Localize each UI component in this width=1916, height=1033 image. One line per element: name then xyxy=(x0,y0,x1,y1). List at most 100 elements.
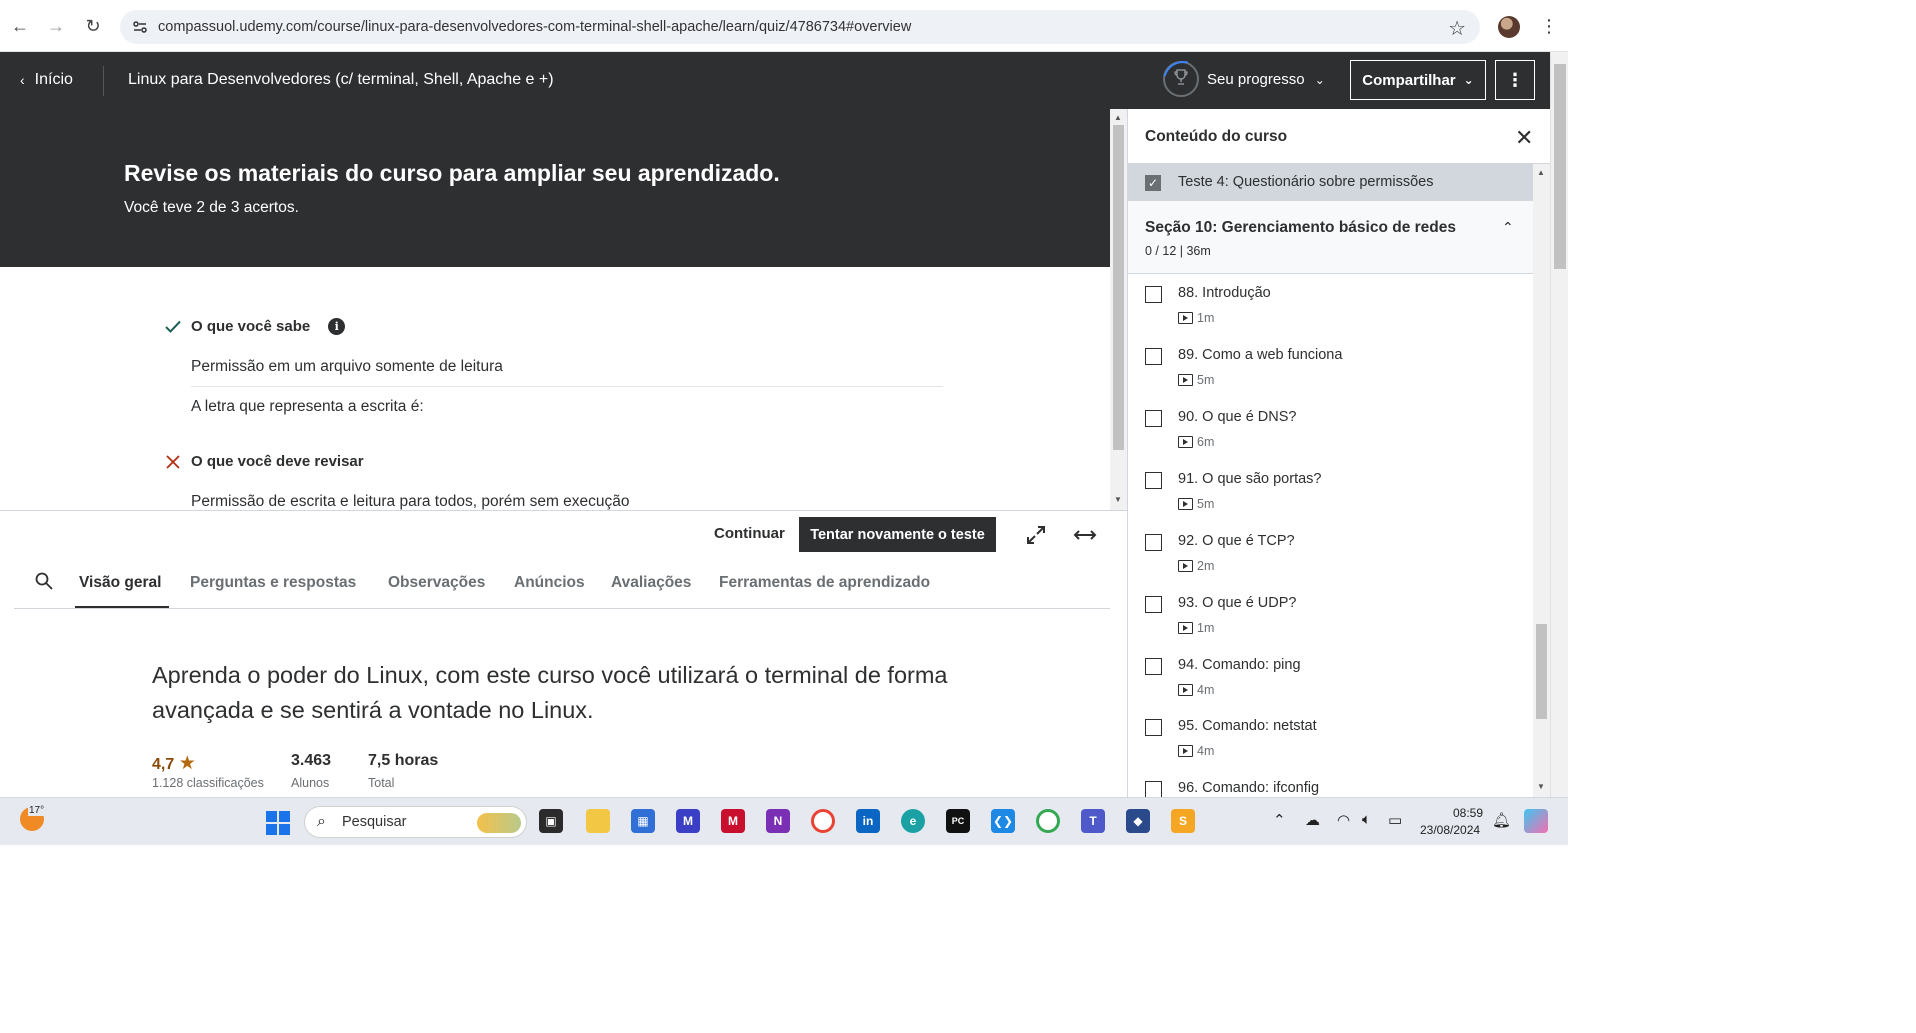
battery-icon[interactable]: ▭ xyxy=(1388,811,1402,829)
lecture-item[interactable]: 94. Comando: ping 4m xyxy=(1128,647,1535,709)
pycharm-icon[interactable]: PC xyxy=(946,809,970,833)
address-bar[interactable]: compassuol.udemy.com/course/linux-para-d… xyxy=(120,10,1480,44)
search-icon[interactable] xyxy=(35,572,53,590)
taskbar-search-input[interactable]: ⌕ Pesquisar xyxy=(304,806,527,838)
task-view-icon[interactable]: ▣ xyxy=(539,809,563,833)
chrome-icon[interactable] xyxy=(811,809,835,833)
lecture-item[interactable]: 90. O que é DNS? 6m xyxy=(1128,399,1535,461)
close-icon[interactable]: ✕ xyxy=(1515,125,1533,151)
checkbox[interactable] xyxy=(1145,286,1162,303)
course-title[interactable]: Linux para Desenvolvedores (c/ terminal,… xyxy=(128,71,554,89)
checkbox[interactable] xyxy=(1145,719,1162,736)
share-button[interactable]: Compartilhar ⌄ xyxy=(1350,60,1486,100)
onenote-icon[interactable]: N xyxy=(766,809,790,833)
teams-icon[interactable]: T xyxy=(1081,809,1105,833)
tab-reviews[interactable]: Avaliações xyxy=(611,574,691,592)
weather-temperature[interactable]: 17° xyxy=(28,805,46,816)
sidebar-scrollbar[interactable]: ▲ ▼ xyxy=(1533,164,1550,797)
volume-icon[interactable]: 🔈︎ xyxy=(1362,811,1371,828)
clock-time[interactable]: 08:59 xyxy=(1453,806,1483,820)
virtualbox-icon[interactable]: ◆ xyxy=(1126,809,1150,833)
star-icon: ★ xyxy=(178,753,196,774)
scroll-thumb[interactable] xyxy=(1536,624,1547,719)
vscode-icon[interactable]: ❮❯ xyxy=(991,809,1015,833)
profile-avatar[interactable] xyxy=(1498,16,1520,38)
checkbox[interactable] xyxy=(1145,658,1162,675)
quiz-scrollbar[interactable]: ▲ ▼ xyxy=(1110,109,1127,510)
checkbox[interactable] xyxy=(1145,348,1162,365)
scroll-up-arrow-icon[interactable]: ▲ xyxy=(1114,113,1122,122)
known-item[interactable]: Permissão em um arquivo somente de leitu… xyxy=(191,358,503,376)
header-divider xyxy=(103,66,104,96)
progress-ring[interactable] xyxy=(1163,61,1199,97)
rating-count[interactable]: 1.128 classificações xyxy=(152,776,264,790)
microsoft-store-icon[interactable]: ▦ xyxy=(631,809,655,833)
back-to-home-link[interactable]: ‹ Início xyxy=(20,71,73,89)
tab-questions-answers[interactable]: Perguntas e respostas xyxy=(190,574,356,592)
back-arrow-icon[interactable]: ← xyxy=(8,14,32,38)
review-item[interactable]: Permissão de escrita e leitura para todo… xyxy=(191,493,630,510)
back-label: Início xyxy=(34,71,73,88)
tab-learning-tools[interactable]: Ferramentas de aprendizado xyxy=(719,574,930,592)
notification-bell-icon[interactable]: 🔔︎ xyxy=(1492,811,1511,829)
lecture-item[interactable]: 89. Como a web funciona 5m xyxy=(1128,337,1535,399)
lecture-item[interactable]: 95. Comando: netstat 4m xyxy=(1128,708,1535,770)
lecture-item[interactable]: 91. O que são portas? 5m xyxy=(1128,461,1535,523)
lecture-meta: 5m xyxy=(1178,497,1214,511)
lecture-item[interactable]: 93. O que é UDP? 1m xyxy=(1128,585,1535,647)
tab-overview[interactable]: Visão geral xyxy=(79,574,161,592)
chevron-up-icon[interactable]: ⌃ xyxy=(1273,811,1286,829)
checked-checkbox[interactable]: ✓ xyxy=(1145,175,1161,191)
cloud-sync-icon[interactable]: ☁ xyxy=(1305,811,1320,829)
hours-label: Total xyxy=(368,776,395,790)
file-explorer-icon[interactable] xyxy=(586,809,610,833)
checkbox[interactable] xyxy=(1145,534,1162,551)
linkedin-icon[interactable]: in xyxy=(856,809,880,833)
section-header[interactable]: Seção 10: Gerenciamento básico de redes … xyxy=(1128,201,1535,274)
lecture-item[interactable]: 96. Comando: ifconfig xyxy=(1128,770,1535,797)
mcafee-icon[interactable]: M xyxy=(721,809,745,833)
reload-icon[interactable]: ↻ xyxy=(81,14,105,38)
info-icon[interactable]: i xyxy=(328,318,346,335)
edge-icon[interactable]: e xyxy=(901,809,925,833)
active-tab-indicator xyxy=(75,606,169,608)
app-icon[interactable]: M xyxy=(676,809,700,833)
checkbox[interactable] xyxy=(1145,410,1162,427)
lecture-item[interactable]: 92. O que é TCP? 2m xyxy=(1128,523,1535,585)
checkbox[interactable] xyxy=(1145,472,1162,489)
forward-arrow-icon[interactable]: → xyxy=(44,14,68,38)
more-options-button[interactable]: ⋮ xyxy=(1495,60,1535,100)
sublime-icon[interactable]: S xyxy=(1171,809,1195,833)
scroll-down-arrow-icon[interactable]: ▼ xyxy=(1114,495,1122,504)
browser-menu-icon[interactable]: ⋮ xyxy=(1540,16,1558,37)
scroll-down-arrow-icon[interactable]: ▼ xyxy=(1537,782,1545,791)
clock-date[interactable]: 23/08/2024 xyxy=(1420,823,1480,837)
lecture-duration: 1m xyxy=(1197,311,1215,325)
site-settings-icon[interactable] xyxy=(132,19,148,35)
review-section-heading: O que você deve revisar xyxy=(165,453,364,470)
sidebar-item-quiz-4[interactable]: ✓ Teste 4: Questionário sobre permissões xyxy=(1128,164,1535,201)
fullscreen-expand-icon[interactable] xyxy=(1024,523,1048,547)
lecture-item[interactable]: 88. Introdução 1m xyxy=(1128,275,1535,337)
windows-taskbar: 17° ⌕ Pesquisar ▣ ▦ M M N in e PC ❮❯ T ◆… xyxy=(0,797,1568,845)
progress-dropdown[interactable]: Seu progresso ⌄ xyxy=(1207,71,1325,88)
tab-announcements[interactable]: Anúncios xyxy=(514,574,585,592)
retry-quiz-button[interactable]: Tentar novamente o teste xyxy=(799,517,996,552)
scroll-up-arrow-icon[interactable]: ▲ xyxy=(1537,168,1545,177)
wifi-icon[interactable]: ◠ xyxy=(1337,811,1350,829)
scroll-thumb[interactable] xyxy=(1113,125,1124,450)
scroll-thumb[interactable] xyxy=(1554,64,1566,269)
chrome-profile-icon[interactable] xyxy=(1036,809,1060,833)
bookmark-star-icon[interactable]: ☆ xyxy=(1448,16,1466,41)
expand-horizontal-icon[interactable] xyxy=(1073,525,1097,545)
url-text[interactable]: compassuol.udemy.com/course/linux-para-d… xyxy=(158,19,911,35)
windows-start-icon[interactable] xyxy=(266,811,290,835)
tab-notes[interactable]: Observações xyxy=(388,574,485,592)
known-item[interactable]: A letra que representa a escrita é: xyxy=(191,398,424,416)
checkbox[interactable] xyxy=(1145,596,1162,613)
checkbox[interactable] xyxy=(1145,781,1162,797)
copilot-icon[interactable] xyxy=(1524,809,1548,833)
page-scrollbar[interactable] xyxy=(1550,52,1568,797)
continue-button[interactable]: Continuar xyxy=(714,525,785,542)
lecture-meta: 6m xyxy=(1178,435,1214,449)
